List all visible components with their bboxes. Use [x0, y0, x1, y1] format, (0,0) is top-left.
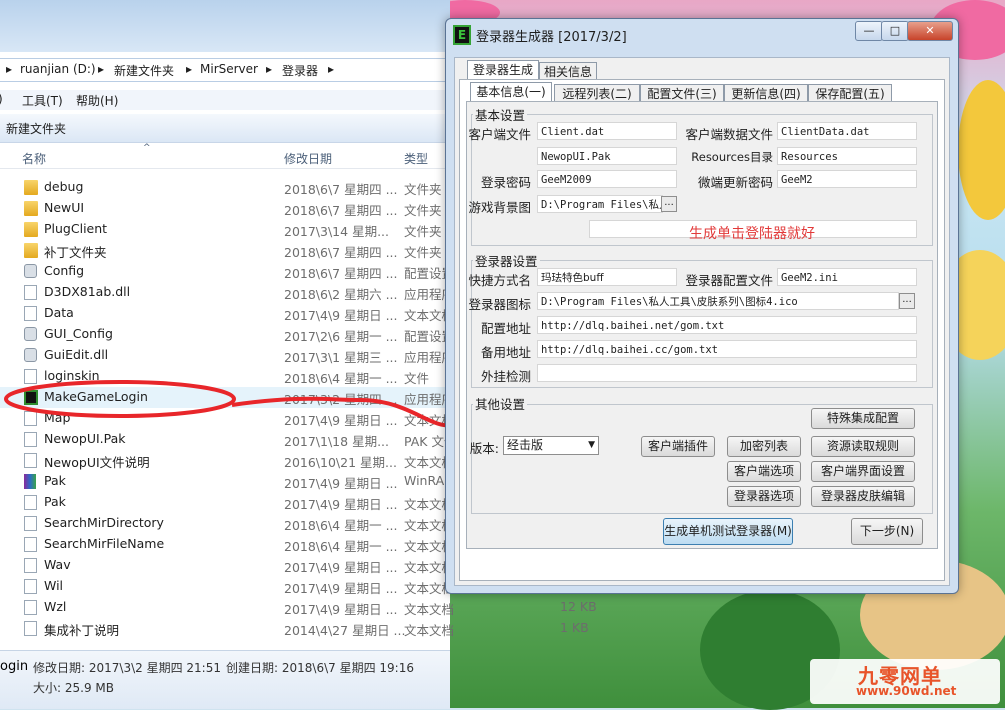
minimize-button[interactable]: —	[855, 21, 883, 41]
generate-test-login-button[interactable]: 生成单机测试登录器(M)	[663, 518, 793, 545]
tab-config-file[interactable]: 配置文件(三)	[640, 84, 724, 101]
chevron-down-icon: ▼	[588, 440, 595, 450]
basic-settings-label: 基本设置	[473, 105, 528, 124]
background-field[interactable]: D:\Program Files\私人工	[537, 195, 663, 213]
micro-password-label: 微端更新密码	[697, 175, 773, 190]
tab-update-info[interactable]: 更新信息(四)	[724, 84, 808, 101]
generator-panel: 基本信息(一) 远程列表(二) 配置文件(三) 更新信息(四) 保存配置(五) …	[459, 79, 945, 581]
next-step-button[interactable]: 下一步(N)	[851, 518, 923, 545]
basic-info-panel: 基本设置 客户端文件 Client.dat 客户端数据文件 ClientData…	[466, 101, 938, 549]
version-value: 经击版	[507, 438, 544, 452]
login-options-button[interactable]: 登录器选项	[727, 486, 801, 507]
backup-url-label: 备用地址	[480, 345, 531, 360]
tab-basic-info[interactable]: 基本信息(一)	[470, 82, 552, 101]
login-settings-label: 登录器设置	[473, 251, 540, 270]
watermark-url: www.90wd.net	[856, 684, 957, 698]
maximize-button[interactable]: □	[881, 21, 909, 41]
tab-generator[interactable]: 登录器生成	[467, 60, 539, 79]
resource-rule-button[interactable]: 资源读取规则	[811, 436, 915, 457]
tab-save-config[interactable]: 保存配置(五)	[808, 84, 892, 101]
login-generator-dialog: E 登录器生成器 [2017/3/2] — □ ✕ 登录器生成 相关信息 基本信…	[445, 18, 959, 594]
login-skin-button[interactable]: 登录器皮肤编辑	[811, 486, 915, 507]
plugin-check-label: 外挂检测	[480, 369, 531, 384]
client-data-label: 客户端数据文件	[685, 127, 773, 142]
config-url-label: 配置地址	[480, 321, 531, 336]
dialog-body: 登录器生成 相关信息 基本信息(一) 远程列表(二) 配置文件(三) 更新信息(…	[454, 57, 950, 586]
dialog-titlebar[interactable]: E 登录器生成器 [2017/3/2] — □ ✕	[446, 19, 958, 49]
resources-field[interactable]: Resources	[777, 147, 917, 165]
login-icon-label: 登录器图标	[468, 297, 531, 312]
password-field[interactable]: GeeM2009	[537, 170, 677, 188]
browse-background-button[interactable]: ...	[661, 196, 677, 212]
client-ui-button[interactable]: 客户端界面设置	[811, 461, 915, 482]
client-data-field[interactable]: ClientData.dat	[777, 122, 917, 140]
login-config-label: 登录器配置文件	[685, 273, 773, 288]
backup-url-field[interactable]: http://dlq.baihei.cc/gom.txt	[537, 340, 917, 358]
login-icon-field[interactable]: D:\Program Files\私人工具\皮肤系列\图标4.ico	[537, 292, 899, 310]
client-plugin-button[interactable]: 客户端插件	[641, 436, 715, 457]
client-file-field[interactable]: Client.dat	[537, 122, 677, 140]
app-logo-icon: E	[453, 25, 471, 45]
micro-password-field[interactable]: GeeM2	[777, 170, 917, 188]
version-select[interactable]: 经击版 ▼	[503, 436, 599, 455]
plugin-check-field[interactable]	[537, 364, 917, 382]
other-settings-label: 其他设置	[473, 394, 528, 413]
annotation-text: 生成单击登陆器就好	[689, 226, 815, 242]
watermark-logo: 九零网单 www.90wd.net	[810, 659, 1000, 704]
login-config-field[interactable]: GeeM2.ini	[777, 268, 917, 286]
browse-icon-button[interactable]: ...	[899, 293, 915, 309]
config-url-field[interactable]: http://dlq.baihei.net/gom.txt	[537, 316, 917, 334]
close-button[interactable]: ✕	[907, 21, 953, 41]
version-label: 版本:	[469, 441, 499, 456]
client-file-label: 客户端文件	[468, 127, 531, 142]
client-options-button[interactable]: 客户端选项	[727, 461, 801, 482]
tab-remote-list[interactable]: 远程列表(二)	[554, 84, 640, 101]
special-integration-button[interactable]: 特殊集成配置	[811, 408, 915, 429]
tab-related-info[interactable]: 相关信息	[539, 62, 597, 79]
background-label: 游戏背景图	[468, 200, 531, 215]
encrypt-list-button[interactable]: 加密列表	[727, 436, 801, 457]
dialog-title: 登录器生成器 [2017/3/2]	[476, 30, 627, 45]
pak-field[interactable]: NewopUI.Pak	[537, 147, 677, 165]
shortcut-field[interactable]: 玛珐特色buff	[537, 268, 677, 286]
resources-label: Resources目录	[691, 150, 773, 164]
password-label: 登录密码	[480, 175, 531, 190]
shortcut-label: 快捷方式名	[468, 273, 531, 288]
red-circle-makegamelogin	[4, 380, 236, 418]
